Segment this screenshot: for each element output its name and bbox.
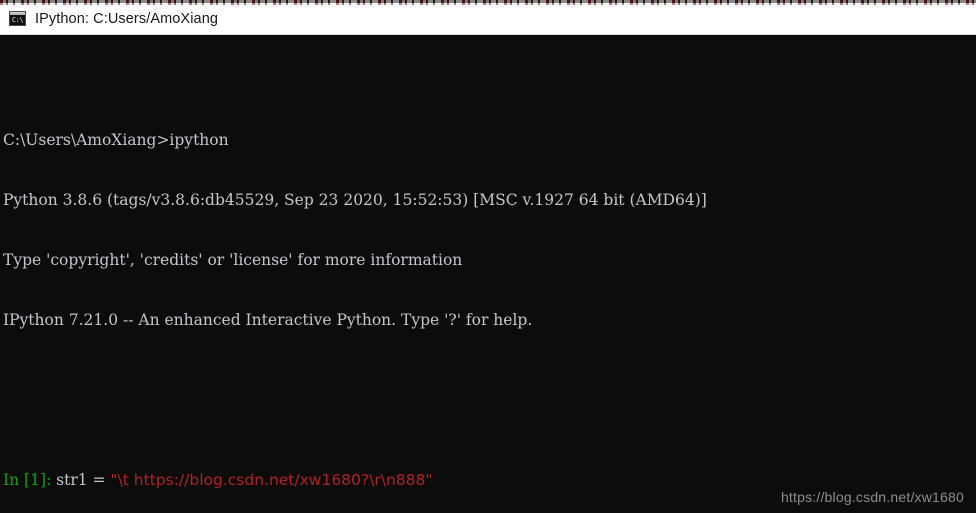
terminal-output-area[interactable]: C:\Users\AmoXiang>ipython Python 3.8.6 (… <box>0 36 976 513</box>
terminal-line-command: C:\Users\AmoXiang>ipython <box>3 130 976 150</box>
python-version-text: Python 3.8.6 (tags/v3.8.6:db45529, Sep 2… <box>3 191 707 209</box>
terminal-line-banner: IPython 7.21.0 -- An enhanced Interactiv… <box>3 310 976 330</box>
console-icon: C:\ <box>9 11 26 26</box>
shell-command-text: C:\Users\AmoXiang>ipython <box>3 131 229 149</box>
ipython-version-text: IPython 7.21.0 -- An enhanced Interactiv… <box>3 311 533 329</box>
screenshot-edge-artifact <box>0 0 976 5</box>
copyright-hint-text: Type 'copyright', 'credits' or 'license'… <box>3 251 463 269</box>
terminal-line-banner: Python 3.8.6 (tags/v3.8.6:db45529, Sep 2… <box>3 190 976 210</box>
watermark-url: https://blog.csdn.net/xw1680 <box>780 489 964 505</box>
terminal-input-line-1[interactable]: In [1]: str1 = "\t https://blog.csdn.net… <box>3 470 976 490</box>
input-prompt-1: In [1]: <box>3 471 52 489</box>
ipython-console-window: C:\ IPython: C:Users/AmoXiang C:\Users\A… <box>0 0 976 513</box>
window-title: IPython: C:Users/AmoXiang <box>35 10 219 27</box>
terminal-line-banner: Type 'copyright', 'credits' or 'license'… <box>3 250 976 270</box>
code-text-1a: str1 = <box>51 471 111 489</box>
console-icon-prompt-text: C:\ <box>11 16 24 24</box>
window-titlebar: C:\ IPython: C:Users/AmoXiang <box>0 3 976 35</box>
code-string-1: "\t https://blog.csdn.net/xw1680?\r\n888… <box>110 471 433 489</box>
